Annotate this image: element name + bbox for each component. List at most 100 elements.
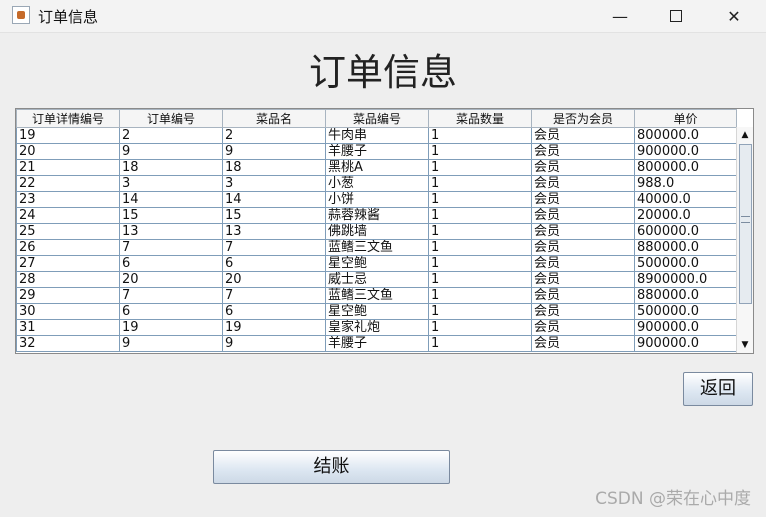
table-cell[interactable]: 21 (16, 159, 120, 176)
table-row[interactable]: 29 7 7 蓝鳍三文鱼 1 会员 880000.0 (16, 287, 737, 304)
table-cell[interactable]: 会员 (531, 255, 635, 272)
table-cell[interactable]: 900000.0 (634, 143, 737, 160)
table-cell[interactable]: 1 (428, 143, 532, 160)
table-cell[interactable]: 13 (119, 223, 223, 240)
table-cell[interactable]: 20000.0 (634, 207, 737, 224)
maximize-button[interactable] (653, 0, 699, 32)
table-cell[interactable]: 佛跳墙 (325, 223, 429, 240)
table-cell[interactable]: 800000.0 (634, 159, 737, 176)
table-cell[interactable]: 29 (16, 287, 120, 304)
table-cell[interactable]: 会员 (531, 159, 635, 176)
table-cell[interactable]: 7 (222, 287, 326, 304)
table-row[interactable]: 20 9 9 羊腰子 1 会员 900000.0 (16, 143, 737, 160)
table-cell[interactable]: 蒜蓉辣酱 (325, 207, 429, 224)
table-cell[interactable]: 会员 (531, 127, 635, 144)
table-cell[interactable]: 会员 (531, 207, 635, 224)
table-cell[interactable]: 6 (222, 255, 326, 272)
table-cell[interactable]: 8900000.0 (634, 271, 737, 288)
table-cell[interactable]: 小饼 (325, 191, 429, 208)
table-row[interactable]: 27 6 6 星空鲍 1 会员 500000.0 (16, 255, 737, 272)
table-cell[interactable]: 18 (119, 159, 223, 176)
table-cell[interactable]: 会员 (531, 191, 635, 208)
table-cell[interactable]: 1 (428, 319, 532, 336)
table-cell[interactable]: 26 (16, 239, 120, 256)
table-cell[interactable]: 19 (222, 319, 326, 336)
table-cell[interactable]: 1 (428, 159, 532, 176)
column-header[interactable]: 菜品数量 (428, 109, 532, 128)
table-cell[interactable]: 1 (428, 207, 532, 224)
table-cell[interactable]: 15 (222, 207, 326, 224)
table-cell[interactable]: 7 (119, 239, 223, 256)
table-row[interactable]: 28 20 20 威士忌 1 会员 8900000.0 (16, 271, 737, 288)
table-row[interactable]: 32 9 9 羊腰子 1 会员 900000.0 (16, 335, 737, 352)
table-cell[interactable]: 会员 (531, 271, 635, 288)
column-header[interactable]: 菜品编号 (325, 109, 429, 128)
table-cell[interactable]: 800000.0 (634, 127, 737, 144)
table-row[interactable]: 21 18 18 黑桃A 1 会员 800000.0 (16, 159, 737, 176)
table-cell[interactable]: 黑桃A (325, 159, 429, 176)
table-cell[interactable]: 40000.0 (634, 191, 737, 208)
table-cell[interactable]: 15 (119, 207, 223, 224)
table-cell[interactable]: 小葱 (325, 175, 429, 192)
table-cell[interactable]: 7 (119, 287, 223, 304)
table-cell[interactable]: 6 (119, 255, 223, 272)
table-row[interactable]: 30 6 6 星空鲍 1 会员 500000.0 (16, 303, 737, 320)
table-cell[interactable]: 9 (222, 143, 326, 160)
column-header[interactable]: 订单详情编号 (16, 109, 120, 128)
table-cell[interactable]: 1 (428, 223, 532, 240)
table-cell[interactable]: 880000.0 (634, 239, 737, 256)
table-cell[interactable]: 13 (222, 223, 326, 240)
table-cell[interactable]: 1 (428, 255, 532, 272)
table-cell[interactable]: 500000.0 (634, 255, 737, 272)
table-cell[interactable]: 星空鲍 (325, 303, 429, 320)
table-cell[interactable]: 1 (428, 303, 532, 320)
table-cell[interactable]: 1 (428, 287, 532, 304)
table-row[interactable]: 25 13 13 佛跳墙 1 会员 600000.0 (16, 223, 737, 240)
table-cell[interactable]: 988.0 (634, 175, 737, 192)
table-row[interactable]: 22 3 3 小葱 1 会员 988.0 (16, 175, 737, 192)
table-cell[interactable]: 3 (119, 175, 223, 192)
table-cell[interactable]: 27 (16, 255, 120, 272)
scroll-down-icon[interactable]: ▼ (737, 337, 753, 353)
table-row[interactable]: 19 2 2 牛肉串 1 会员 800000.0 (16, 127, 737, 144)
table-cell[interactable]: 3 (222, 175, 326, 192)
table-cell[interactable]: 会员 (531, 287, 635, 304)
close-button[interactable]: ✕ (711, 0, 757, 32)
table-cell[interactable]: 会员 (531, 239, 635, 256)
table-row[interactable]: 23 14 14 小饼 1 会员 40000.0 (16, 191, 737, 208)
table-cell[interactable]: 1 (428, 271, 532, 288)
minimize-button[interactable]: — (597, 0, 643, 32)
checkout-button[interactable]: 结账 (213, 450, 450, 484)
table-cell[interactable]: 牛肉串 (325, 127, 429, 144)
table-cell[interactable]: 7 (222, 239, 326, 256)
table-cell[interactable]: 880000.0 (634, 287, 737, 304)
table-cell[interactable]: 14 (119, 191, 223, 208)
table-cell[interactable]: 蓝鳍三文鱼 (325, 287, 429, 304)
table-cell[interactable]: 6 (222, 303, 326, 320)
order-table[interactable]: 订单详情编号 订单编号 菜品名 菜品编号 菜品数量 是否为会员 单价 19 2 … (16, 109, 737, 352)
table-cell[interactable]: 1 (428, 175, 532, 192)
table-cell[interactable]: 羊腰子 (325, 335, 429, 352)
table-cell[interactable]: 18 (222, 159, 326, 176)
vertical-scrollbar[interactable]: ▲ ▼ (736, 127, 753, 353)
table-cell[interactable]: 32 (16, 335, 120, 352)
table-cell[interactable]: 25 (16, 223, 120, 240)
table-cell[interactable]: 羊腰子 (325, 143, 429, 160)
table-cell[interactable]: 星空鲍 (325, 255, 429, 272)
table-cell[interactable]: 会员 (531, 143, 635, 160)
table-cell[interactable]: 19 (16, 127, 120, 144)
table-row[interactable]: 31 19 19 皇家礼炮 1 会员 900000.0 (16, 319, 737, 336)
table-cell[interactable]: 500000.0 (634, 303, 737, 320)
table-cell[interactable]: 9 (119, 143, 223, 160)
table-cell[interactable]: 23 (16, 191, 120, 208)
table-cell[interactable]: 19 (119, 319, 223, 336)
table-cell[interactable]: 会员 (531, 303, 635, 320)
table-cell[interactable]: 20 (222, 271, 326, 288)
table-cell[interactable]: 30 (16, 303, 120, 320)
back-button[interactable]: 返回 (683, 372, 753, 406)
column-header[interactable]: 是否为会员 (531, 109, 635, 128)
order-table-scrollpane[interactable]: 订单详情编号 订单编号 菜品名 菜品编号 菜品数量 是否为会员 单价 19 2 … (15, 108, 754, 354)
table-cell[interactable]: 6 (119, 303, 223, 320)
table-cell[interactable]: 20 (119, 271, 223, 288)
table-row[interactable]: 24 15 15 蒜蓉辣酱 1 会员 20000.0 (16, 207, 737, 224)
